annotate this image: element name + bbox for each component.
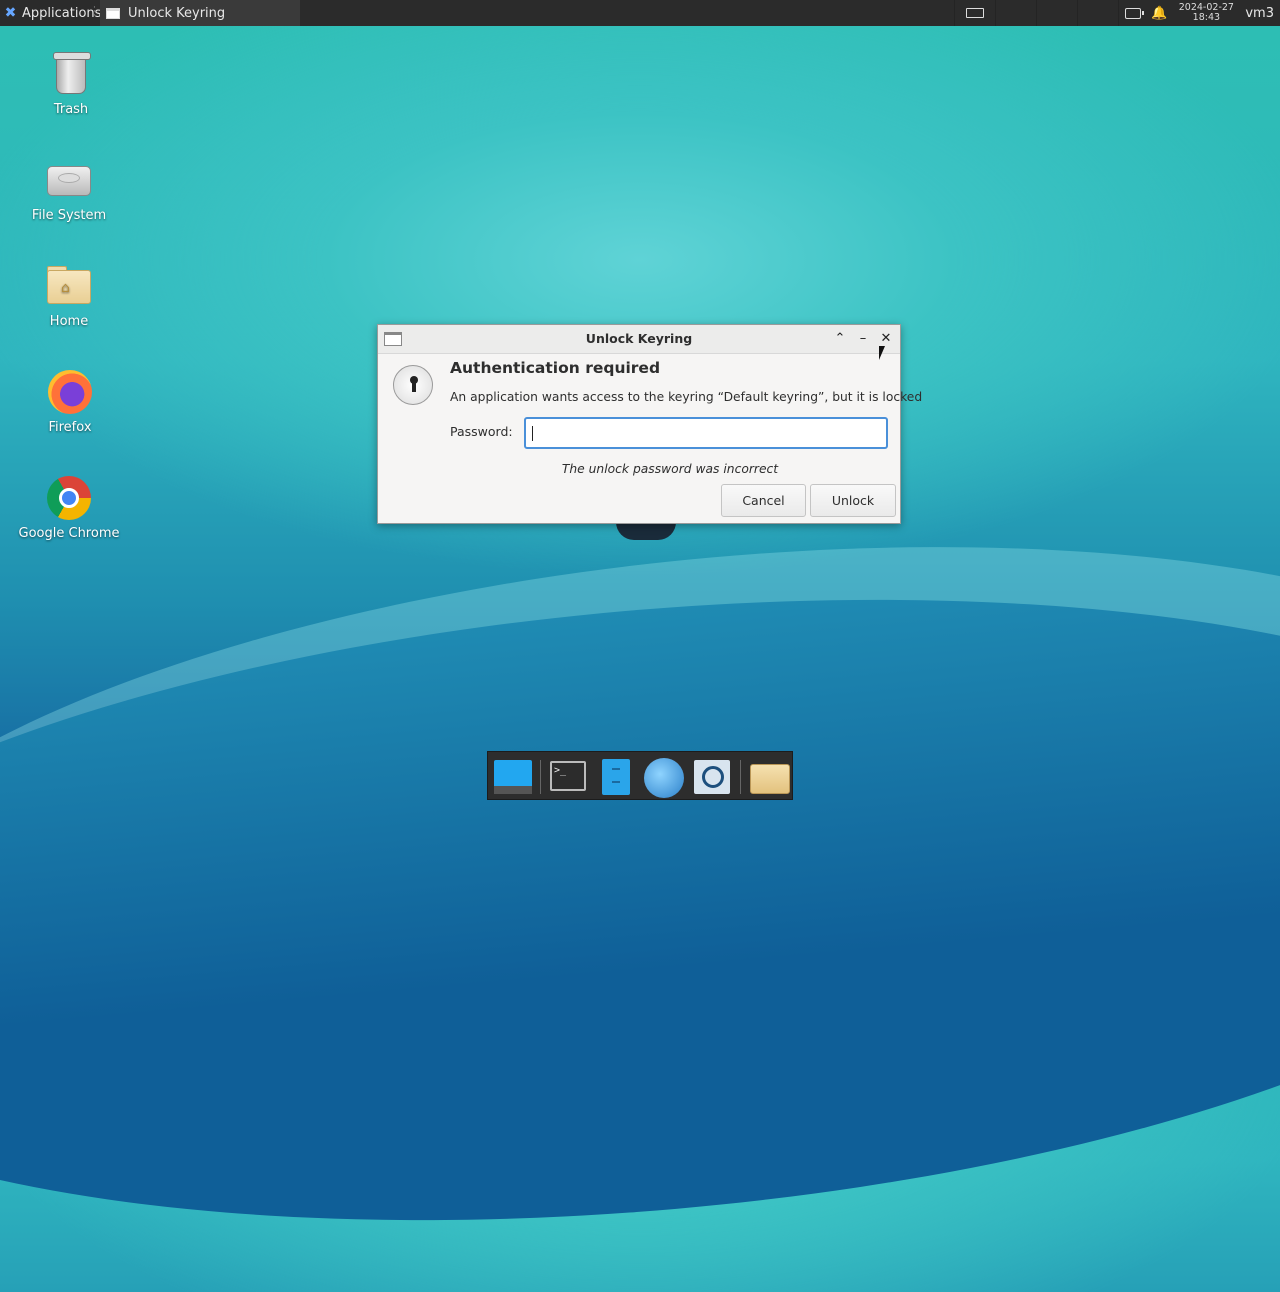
desktop-icon-home[interactable]: ⌂ Home: [14, 262, 124, 329]
dialog-titlebar[interactable]: Unlock Keyring ⌃ – ✕: [378, 325, 900, 354]
minimize-button[interactable]: –: [853, 329, 873, 349]
desktop-icon-firefox[interactable]: Firefox: [15, 368, 125, 435]
dock-show-desktop[interactable]: [492, 758, 532, 796]
cancel-button[interactable]: Cancel: [721, 484, 806, 517]
keyboard-icon: [966, 8, 985, 18]
desktop-icon-label: Home: [49, 314, 89, 329]
top-panel: ✖ Applications · · · Unlock Keyring 🔔 2024…: [0, 0, 1280, 26]
unlock-keyring-dialog: Unlock Keyring ⌃ – ✕ Authentication requ…: [377, 324, 922, 524]
dock-home-folder[interactable]: [748, 758, 790, 796]
dock-separator: [540, 760, 541, 794]
drive-icon: [45, 156, 93, 204]
tray-slot-empty-1: [995, 0, 1036, 26]
home-folder-icon: ⌂: [45, 262, 93, 310]
xfce-logo-icon: ✖: [4, 4, 17, 21]
files-icon: [602, 759, 630, 795]
desktop-icon-label: Google Chrome: [18, 526, 120, 541]
dock-app-finder[interactable]: [692, 758, 732, 796]
user-menu[interactable]: vm3: [1241, 6, 1280, 21]
search-icon: [694, 760, 730, 794]
wallpaper-wave-dark: [0, 528, 1280, 1292]
taskbar-item-unlock-keyring[interactable]: Unlock Keyring: [100, 0, 300, 26]
password-label: Password:: [450, 424, 513, 439]
dock-file-manager[interactable]: [596, 758, 636, 796]
trash-icon: [47, 50, 95, 98]
power-manager-button[interactable]: [1118, 0, 1147, 26]
applications-menu-button[interactable]: ✖ Applications: [0, 0, 102, 26]
wallpaper-mouse-logo: [616, 522, 676, 540]
dialog-heading: Authentication required: [450, 359, 661, 377]
tray-slot-empty-3: [1077, 0, 1118, 26]
error-message: The unlock password was incorrect: [561, 462, 779, 476]
desktop-icon-google-chrome[interactable]: Google Chrome: [14, 474, 124, 541]
window-icon: [106, 7, 120, 19]
desktop-icon-label: File System: [31, 208, 107, 223]
dock-web-browser[interactable]: [643, 758, 684, 798]
clock[interactable]: 2024-02-27 18:43: [1171, 3, 1241, 23]
text-caret: [532, 426, 533, 441]
desktop-icon-trash[interactable]: Trash: [16, 50, 126, 117]
keyring-lock-icon: [393, 365, 433, 405]
maximize-button[interactable]: ⌃: [830, 329, 850, 349]
globe-icon: [644, 758, 684, 798]
applications-menu-label: Applications: [22, 5, 102, 21]
notifications-button[interactable]: 🔔: [1147, 0, 1171, 26]
taskbar-item-label: Unlock Keyring: [128, 5, 226, 21]
bell-icon: 🔔: [1151, 5, 1168, 21]
keyboard-layout-button[interactable]: [954, 0, 995, 26]
system-tray: 🔔 2024-02-27 18:43 vm3: [954, 0, 1280, 26]
mouse-pointer: [879, 346, 885, 360]
tray-slot-empty-2: [1036, 0, 1077, 26]
dialog-message: An application wants access to the keyri…: [450, 390, 923, 404]
clock-time: 18:43: [1192, 12, 1221, 23]
terminal-icon: >_: [550, 761, 586, 791]
folder-icon: [750, 764, 790, 794]
dialog-title: Unlock Keyring: [585, 331, 693, 346]
dock-terminal[interactable]: >_: [548, 758, 588, 796]
panel-separator: · · ·: [93, 3, 96, 21]
desktop-icon-file-system[interactable]: File System: [14, 156, 124, 223]
unlock-button[interactable]: Unlock: [810, 484, 896, 517]
desktop-icon-label: Firefox: [48, 420, 92, 435]
dock: >_: [487, 751, 793, 800]
chrome-icon: [45, 474, 93, 522]
battery-icon: [1125, 7, 1145, 19]
password-input[interactable]: [524, 417, 888, 449]
firefox-icon: [46, 368, 94, 416]
desktop-icon-label: Trash: [53, 102, 89, 117]
dock-separator: [740, 760, 741, 794]
